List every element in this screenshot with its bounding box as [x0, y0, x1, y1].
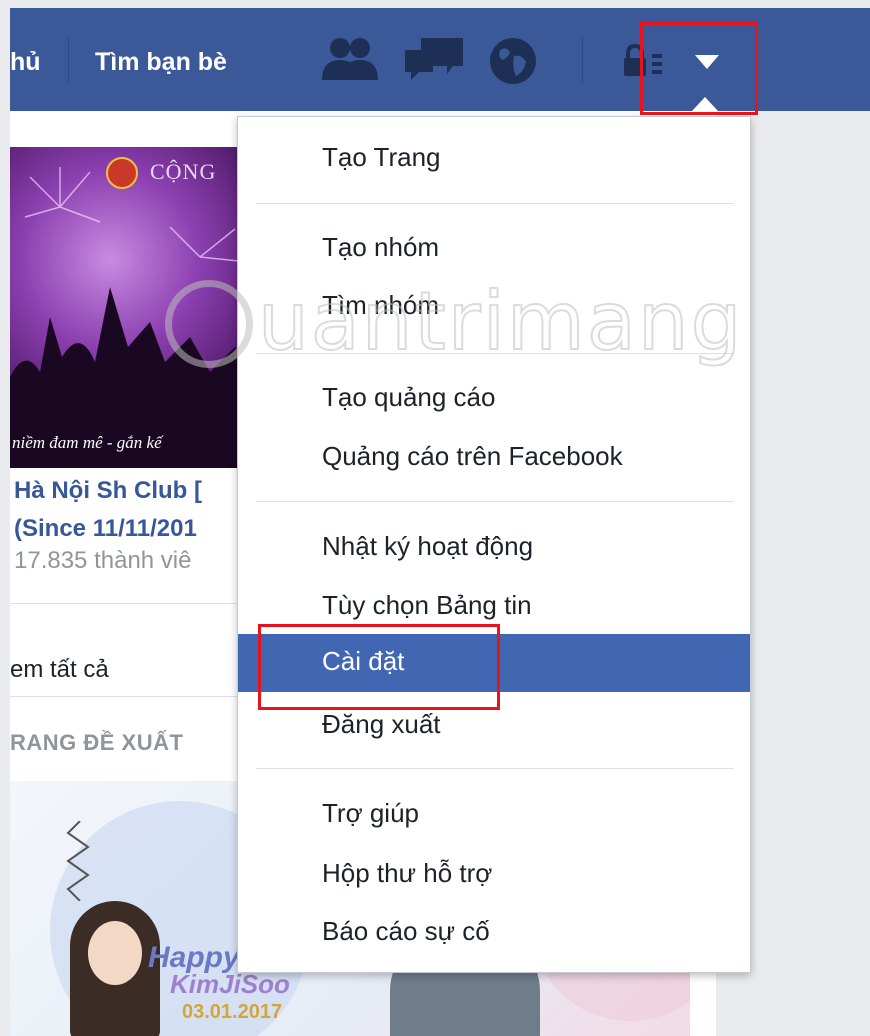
menu-item-label: Báo cáo sự cố: [322, 916, 490, 946]
promo-person-face: [88, 921, 142, 985]
friend-requests-icon[interactable]: [320, 36, 380, 87]
menu-item-label: Hộp thư hỗ trợ: [322, 858, 493, 888]
annotation-highlight-settings: [258, 624, 500, 710]
menu-separator: [256, 501, 734, 502]
menu-item-label: Tùy chọn Bảng tin: [322, 590, 532, 620]
annotation-highlight-caret: [640, 22, 758, 115]
group-title-line-2[interactable]: (Since 11/11/201: [14, 510, 202, 548]
nav-home-link[interactable]: hủ: [10, 48, 41, 77]
promo-date-text: 03.01.2017: [182, 1001, 283, 1023]
menu-item-create-group[interactable]: Tạo nhóm: [238, 224, 750, 270]
menu-item-label: Tạo Trang: [322, 142, 441, 172]
menu-item-label: Tạo nhóm: [322, 232, 440, 262]
menu-item-label: Quảng cáo trên Facebook: [322, 441, 623, 471]
messages-icon[interactable]: [403, 36, 465, 87]
group-title-line-1[interactable]: Hà Nội Sh Club [: [14, 472, 202, 510]
menu-item-label: Tạo quảng cáo: [322, 382, 496, 412]
menu-item-create-ads[interactable]: Tạo quảng cáo: [238, 374, 750, 420]
group-member-count: 17.835 thành viê: [14, 547, 192, 574]
group-cover-image[interactable]: CỘNG niềm đam mê - gắn kế: [10, 147, 260, 468]
nav-divider: [582, 38, 583, 82]
menu-separator: [256, 203, 734, 204]
nav-find-friends-link[interactable]: Tìm bạn bè: [95, 48, 227, 77]
group-title[interactable]: Hà Nội Sh Club [ (Since 11/11/201: [14, 472, 202, 548]
menu-item-label: Đăng xuất: [322, 709, 441, 739]
see-all-link[interactable]: em tất cả: [10, 656, 109, 684]
menu-item-find-groups[interactable]: Tìm nhóm: [238, 282, 750, 328]
menu-item-label: Tìm nhóm: [322, 290, 440, 320]
nav-divider: [68, 38, 69, 82]
menu-item-ads-on-facebook[interactable]: Quảng cáo trên Facebook: [238, 433, 750, 479]
menu-item-report-problem[interactable]: Báo cáo sự cố: [238, 908, 750, 954]
promo-name-text: KimJiSoo: [170, 969, 290, 999]
zigzag-decoration: [66, 821, 90, 901]
menu-separator: [256, 768, 734, 769]
concert-crowd-illustration: [10, 167, 260, 468]
menu-item-activity-log[interactable]: Nhật ký hoạt động: [238, 523, 750, 569]
menu-item-help[interactable]: Trợ giúp: [238, 790, 750, 836]
menu-separator: [256, 353, 734, 354]
menu-item-news-feed-preferences[interactable]: Tùy chọn Bảng tin: [238, 582, 750, 628]
menu-item-label: Nhật ký hoạt động: [322, 531, 534, 561]
menu-item-create-page[interactable]: Tạo Trang: [238, 134, 750, 180]
suggested-pages-heading: RANG ĐỀ XUẤT: [10, 730, 184, 755]
banner-slogan: niềm đam mê - gắn kế: [12, 433, 162, 452]
menu-item-support-inbox[interactable]: Hộp thư hỗ trợ: [238, 850, 750, 896]
notifications-globe-icon[interactable]: [488, 36, 538, 91]
menu-item-label: Trợ giúp: [322, 798, 420, 828]
account-dropdown-menu: Tạo Trang Tạo nhóm Tìm nhóm Tạo quảng cá…: [237, 116, 751, 973]
